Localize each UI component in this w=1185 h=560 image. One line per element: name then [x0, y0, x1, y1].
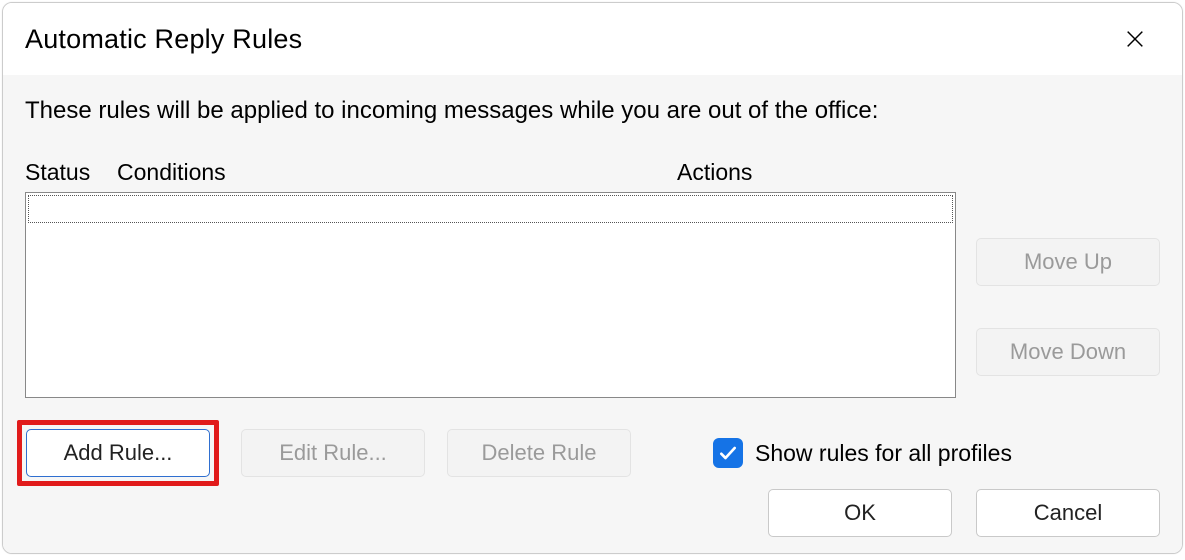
- add-rule-highlight: Add Rule...: [17, 420, 219, 486]
- rules-listbox[interactable]: [25, 192, 956, 398]
- column-header-conditions: Conditions: [117, 159, 677, 186]
- dialog-title: Automatic Reply Rules: [25, 24, 302, 55]
- close-icon: [1124, 28, 1146, 50]
- column-header-status: Status: [25, 159, 117, 186]
- dialog-description: These rules will be applied to incoming …: [25, 97, 1160, 125]
- rules-listbox-selection: [28, 195, 953, 223]
- show-all-profiles-checkbox[interactable]: [713, 438, 743, 468]
- cancel-button[interactable]: Cancel: [976, 489, 1160, 537]
- move-up-button[interactable]: Move Up: [976, 238, 1160, 286]
- dialog-footer: OK Cancel: [768, 489, 1160, 537]
- move-down-button[interactable]: Move Down: [976, 328, 1160, 376]
- edit-rule-button[interactable]: Edit Rule...: [241, 429, 425, 477]
- show-all-profiles-label: Show rules for all profiles: [755, 440, 1012, 467]
- automatic-reply-rules-dialog: Automatic Reply Rules These rules will b…: [2, 2, 1183, 554]
- rule-action-row: Add Rule... Edit Rule... Delete Rule Sho…: [17, 420, 1160, 486]
- ok-button[interactable]: OK: [768, 489, 952, 537]
- checkmark-icon: [718, 443, 738, 463]
- column-header-actions: Actions: [677, 159, 1160, 186]
- titlebar: Automatic Reply Rules: [3, 3, 1182, 75]
- add-rule-button[interactable]: Add Rule...: [26, 429, 210, 477]
- reorder-buttons: Move Up Move Down: [956, 192, 1160, 398]
- delete-rule-button[interactable]: Delete Rule: [447, 429, 631, 477]
- close-button[interactable]: [1120, 24, 1150, 54]
- show-all-profiles-wrap: Show rules for all profiles: [713, 438, 1012, 468]
- column-headers: Status Conditions Actions: [25, 159, 1160, 186]
- dialog-body: These rules will be applied to incoming …: [3, 75, 1182, 553]
